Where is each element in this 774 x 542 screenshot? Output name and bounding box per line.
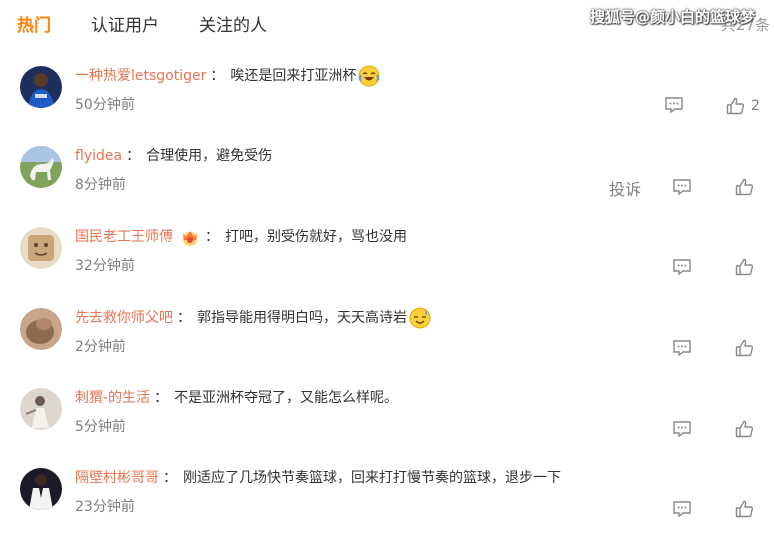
colon: ： xyxy=(163,470,177,486)
comment-time: 2分钟前 xyxy=(75,339,126,355)
sweat-smile-emoji-icon xyxy=(409,307,431,329)
username[interactable]: 先去救你师父吧 xyxy=(75,308,173,328)
watermark: 搜狐号@颜小白的篮球梦 xyxy=(590,8,756,26)
reply-button[interactable] xyxy=(672,339,692,357)
thumbs-up-icon xyxy=(735,500,754,518)
comment-text: 唉还是回来打亚洲杯 xyxy=(230,68,357,84)
avatar[interactable] xyxy=(20,388,62,430)
username[interactable]: flyidea xyxy=(75,146,122,166)
laugh-cry-emoji-icon xyxy=(358,65,380,87)
like-button[interactable] xyxy=(735,178,760,196)
colon: ： xyxy=(126,148,141,164)
like-button[interactable] xyxy=(735,339,760,357)
like-button[interactable] xyxy=(735,500,760,518)
reply-button[interactable] xyxy=(672,500,692,518)
reply-button[interactable] xyxy=(664,96,684,114)
thumbs-up-icon xyxy=(726,97,745,115)
report-button[interactable]: 投诉 xyxy=(609,176,641,200)
avatar[interactable] xyxy=(20,146,62,188)
comment-time: 23分钟前 xyxy=(75,499,135,515)
like-button[interactable]: 2 xyxy=(726,97,760,115)
comment-time: 50分钟前 xyxy=(75,97,135,113)
colon: ： xyxy=(210,68,225,84)
like-button[interactable] xyxy=(735,420,760,438)
comment-tabs: 热门 认证用户 关注的人 共27条 搜狐号@颜小白的篮球梦 xyxy=(0,0,774,50)
comment-text: 郭指导能用得明白吗，天天高诗岩 xyxy=(197,310,407,326)
avatar[interactable] xyxy=(20,227,62,269)
comment-item: 一种热爱letsgotiger ： 唉还是回来打亚洲杯 50分钟前 2 xyxy=(0,65,774,146)
comment-item: flyidea ： 合理使用，避免受伤 8分钟前 投诉 xyxy=(0,146,774,226)
thumbs-up-icon xyxy=(735,339,754,357)
username[interactable]: 国民老工王师傅 xyxy=(75,227,173,247)
comment-text: 不是亚洲杯夺冠了，又能怎么样呢。 xyxy=(174,390,399,406)
colon: ： xyxy=(205,229,219,245)
reply-icon xyxy=(673,340,691,357)
username[interactable]: 刺猬-的生活 xyxy=(75,388,150,408)
comment-text: 合理使用，避免受伤 xyxy=(146,148,273,164)
comment-item: 刺猬-的生活 ： 不是亚洲杯夺冠了，又能怎么样呢。 5分钟前 xyxy=(0,388,774,468)
comment-time: 32分钟前 xyxy=(75,258,135,274)
reply-icon xyxy=(673,259,691,276)
comment-item: 隔壁村彬哥哥 ： 刚适应了几场快节奏篮球，回来打打慢节奏的篮球，退步一下 23分… xyxy=(0,468,774,542)
comment-time: 5分钟前 xyxy=(75,419,126,435)
thumbs-up-icon xyxy=(735,420,754,438)
reply-button[interactable] xyxy=(672,178,692,196)
comment-text: 刚适应了几场快节奏篮球，回来打打慢节奏的篮球，退步一下 xyxy=(183,470,561,486)
reply-icon xyxy=(665,97,683,114)
like-button[interactable] xyxy=(735,258,760,276)
username[interactable]: 隔壁村彬哥哥 xyxy=(75,468,159,488)
comment-item: 先去救你师父吧 ： 郭指导能用得明白吗，天天高诗岩 2分钟前 xyxy=(0,307,774,388)
tab-following[interactable]: 关注的人 xyxy=(199,11,267,36)
avatar[interactable] xyxy=(20,468,62,510)
tab-verified-users[interactable]: 认证用户 xyxy=(91,11,159,36)
thumbs-up-icon xyxy=(735,258,754,276)
crown-badge-icon xyxy=(179,227,201,247)
avatar[interactable] xyxy=(20,66,62,108)
comment-text: 打吧，别受伤就好，骂也没用 xyxy=(225,229,407,245)
reply-button[interactable] xyxy=(672,420,692,438)
comment-item: 国民老工王师傅 ： 打吧，别受伤就好，骂也没用 32分钟前 xyxy=(0,227,774,307)
colon: ： xyxy=(154,390,169,406)
reply-button[interactable] xyxy=(672,258,692,276)
avatar[interactable] xyxy=(20,308,62,350)
comment-time: 8分钟前 xyxy=(75,177,126,193)
username[interactable]: 一种热爱letsgotiger xyxy=(75,66,206,86)
thumbs-up-icon xyxy=(735,178,754,196)
like-count: 2 xyxy=(751,98,760,114)
colon: ： xyxy=(177,310,191,326)
reply-icon xyxy=(673,501,691,518)
tab-hot[interactable]: 热门 xyxy=(17,11,51,36)
reply-icon xyxy=(673,179,691,196)
reply-icon xyxy=(673,421,691,438)
